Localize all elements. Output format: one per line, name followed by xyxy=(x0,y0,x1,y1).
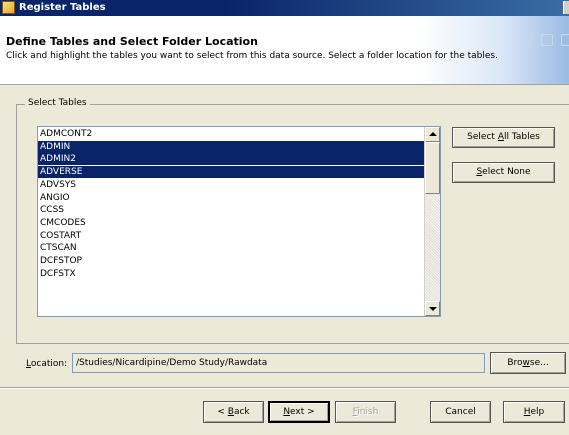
table-list-item[interactable]: ADMCONT2 xyxy=(38,128,424,140)
scroll-down-button[interactable] xyxy=(425,301,440,316)
decorative-square-icon xyxy=(521,34,533,46)
finish-label: Finish xyxy=(352,407,379,417)
browse-button[interactable]: Browse... xyxy=(490,352,566,374)
next-button[interactable]: Next > xyxy=(268,401,330,423)
window-title: Register Tables xyxy=(19,2,106,13)
browse-label: Browse... xyxy=(507,358,549,368)
finish-button[interactable]: Finish xyxy=(335,401,396,423)
scroll-up-button[interactable] xyxy=(425,127,440,142)
group-label: Select Tables xyxy=(25,98,90,108)
table-list-item[interactable]: ADMIN2 xyxy=(38,153,424,166)
table-list-item[interactable]: CMCODES xyxy=(38,217,424,229)
table-list-item[interactable]: ADVSYS xyxy=(38,179,424,191)
table-list-item[interactable]: ANGIO xyxy=(38,192,424,204)
table-list-item[interactable]: CCSS xyxy=(38,204,424,216)
cancel-label: Cancel xyxy=(445,407,476,417)
page-description: Click and highlight the tables you want … xyxy=(6,51,498,61)
close-button[interactable] xyxy=(563,1,569,14)
select-all-tables-button[interactable]: Select All Tables xyxy=(452,127,555,148)
table-list-item[interactable]: ADMIN xyxy=(38,140,424,153)
location-field[interactable]: /Studies/Nicardipine/Demo Study/Rawdata xyxy=(72,353,485,373)
arrow-down-icon xyxy=(429,307,437,311)
table-list-item[interactable]: COSTART xyxy=(38,230,424,242)
tables-listbox[interactable]: ADMCONT2 ADMIN ADMIN2 ADVERSE ADVSYS ANGIO CCS… xyxy=(37,126,441,317)
table-list-item[interactable]: DCFSTOP xyxy=(38,255,424,267)
cancel-button[interactable]: Cancel xyxy=(430,401,491,423)
vertical-scrollbar[interactable] xyxy=(424,127,440,316)
wizard-header: Define Tables and Select Folder Location… xyxy=(0,16,569,85)
table-list-item[interactable]: ADVERSE xyxy=(38,166,424,179)
arrow-up-icon xyxy=(429,132,437,136)
table-list-item[interactable]: DCFSTX xyxy=(38,268,424,280)
help-button[interactable]: Help xyxy=(503,401,565,423)
scrollbar-thumb[interactable] xyxy=(425,142,440,194)
decorative-square-icon xyxy=(541,34,553,46)
back-button[interactable]: < Back xyxy=(203,401,264,423)
page-title: Define Tables and Select Folder Location xyxy=(6,35,258,48)
help-label: Help xyxy=(523,407,545,417)
register-tables-icon xyxy=(2,1,15,14)
next-label: Next > xyxy=(283,407,315,417)
select-none-label: Select None xyxy=(476,167,531,177)
table-list-item[interactable]: CTSCAN xyxy=(38,242,424,254)
separator xyxy=(0,387,569,389)
select-all-tables-label: Select All Tables xyxy=(467,132,540,142)
decorative-square-icon xyxy=(561,34,569,46)
location-label: Location: xyxy=(26,359,68,369)
back-label: < Back xyxy=(217,407,250,417)
select-none-button[interactable]: Select None xyxy=(452,162,555,183)
title-bar: Register Tables xyxy=(0,0,569,16)
